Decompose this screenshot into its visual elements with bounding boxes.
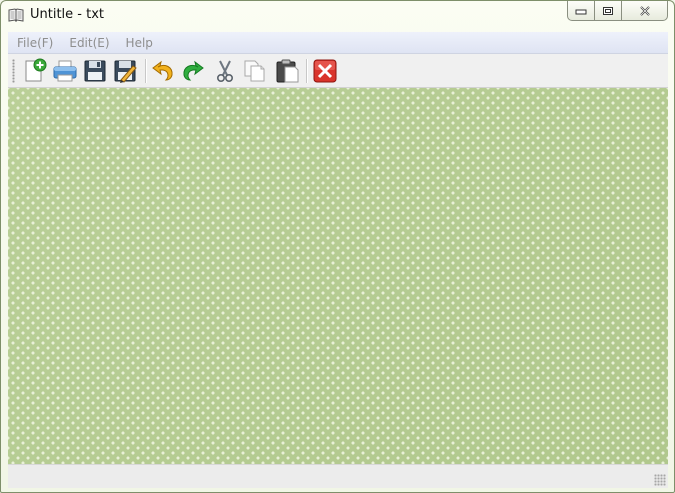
- cut-button[interactable]: [211, 57, 239, 85]
- close-icon: [639, 5, 650, 16]
- title-bar[interactable]: Untitle - txt: [1, 1, 674, 29]
- paste-button[interactable]: [273, 57, 301, 85]
- copy-icon: [244, 60, 265, 82]
- minimize-button[interactable]: [568, 1, 595, 20]
- text-editor-area[interactable]: [8, 88, 668, 464]
- save-icon: [84, 60, 106, 82]
- redo-icon: [183, 60, 204, 81]
- paste-icon: [276, 59, 299, 83]
- close-document-button[interactable]: [311, 57, 339, 85]
- save-button[interactable]: [81, 57, 109, 85]
- book-icon: [8, 7, 24, 23]
- menu-file[interactable]: File(F): [8, 36, 61, 50]
- toolbar-separator: [306, 59, 308, 83]
- toolbar-separator: [145, 59, 147, 83]
- redo-button[interactable]: [179, 57, 207, 85]
- caption-buttons: [567, 1, 668, 21]
- copy-button[interactable]: [241, 57, 269, 85]
- toolbar-grip[interactable]: [12, 59, 15, 83]
- resize-grip[interactable]: [654, 474, 666, 486]
- minimize-icon: [575, 9, 587, 14]
- save-as-button[interactable]: [111, 57, 139, 85]
- close-document-icon: [313, 59, 337, 83]
- new-file-button[interactable]: [21, 57, 49, 85]
- close-window-button[interactable]: [622, 1, 667, 20]
- save-as-icon: [114, 60, 137, 83]
- undo-icon: [152, 60, 173, 81]
- toolbar: [8, 54, 668, 88]
- menu-edit[interactable]: Edit(E): [61, 36, 117, 50]
- menu-help[interactable]: Help: [118, 36, 161, 50]
- app-window: Untitle - txt File(F) Edit(E) Help: [0, 0, 675, 493]
- restore-icon: [603, 6, 613, 15]
- new-file-icon: [25, 58, 47, 82]
- print-icon: [53, 60, 77, 82]
- menu-bar: File(F) Edit(E) Help: [8, 32, 668, 54]
- window-title: Untitle - txt: [30, 7, 105, 22]
- print-button[interactable]: [51, 57, 79, 85]
- status-bar: [8, 464, 668, 488]
- undo-button[interactable]: [149, 57, 177, 85]
- cut-icon: [217, 60, 234, 82]
- maximize-button[interactable]: [595, 1, 622, 20]
